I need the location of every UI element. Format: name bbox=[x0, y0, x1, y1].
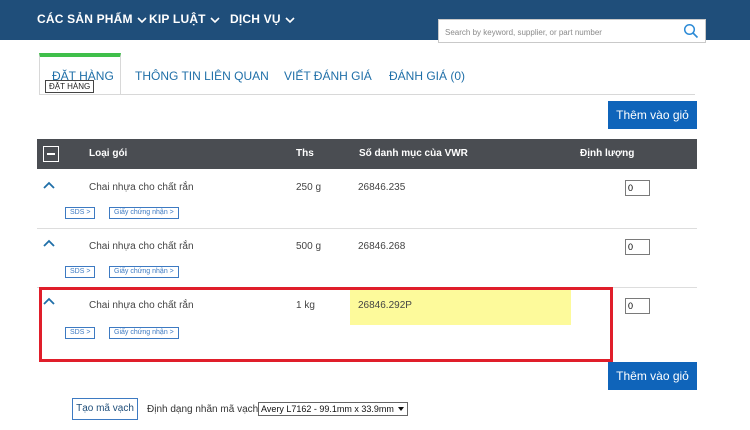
quantity-input[interactable] bbox=[625, 239, 650, 255]
nav-products-label: CÁC SẢN PHẨM bbox=[37, 12, 133, 26]
tab-divider bbox=[39, 94, 695, 95]
header-quantity: Định lượng bbox=[580, 148, 635, 159]
header-size: Ths bbox=[296, 148, 314, 159]
sds-label: SDS bbox=[70, 268, 85, 275]
sds-button[interactable]: SDS > bbox=[65, 207, 96, 219]
certificate-label: Giấy chứng nhận bbox=[114, 268, 168, 275]
chevron-down-icon bbox=[285, 17, 295, 23]
sds-label: SDS bbox=[70, 209, 85, 216]
tab-tooltip: ĐẶT HÀNG bbox=[45, 80, 95, 93]
nav-regulations[interactable]: KIP LUẬT bbox=[149, 12, 220, 26]
certificate-label: Giấy chứng nhận bbox=[114, 209, 168, 216]
tab-related-info[interactable]: THÔNG TIN LIÊN QUAN bbox=[135, 69, 269, 83]
barcode-format-value: Avery L7162 - 99.1mm x 33.9mm bbox=[261, 404, 394, 414]
tab-write-review[interactable]: VIẾT ĐÁNH GIÁ bbox=[284, 69, 372, 83]
table-header: Loại gói Ths Số danh mục của VWR Định lư… bbox=[37, 139, 697, 169]
collapse-all-icon[interactable] bbox=[43, 146, 59, 162]
certificate-button[interactable]: Giấy chứng nhận > bbox=[109, 207, 179, 219]
sds-button[interactable]: SDS > bbox=[65, 266, 96, 278]
row-size: 250 g bbox=[296, 182, 322, 193]
search-icon[interactable] bbox=[683, 23, 699, 39]
row-package-name: Chai nhựa cho chất rắn bbox=[89, 241, 194, 252]
header-package-type: Loại gói bbox=[89, 148, 128, 159]
row-catalog-number: 26846.268 bbox=[358, 241, 406, 252]
certificate-button[interactable]: Giấy chứng nhận > bbox=[109, 266, 179, 278]
row-divider bbox=[37, 228, 697, 229]
nav-services-label: DỊCH VỤ bbox=[230, 12, 281, 26]
quantity-input[interactable] bbox=[625, 298, 650, 314]
chevron-down-icon bbox=[137, 17, 147, 23]
dropdown-arrow-icon bbox=[398, 407, 404, 411]
nav-services[interactable]: DỊCH VỤ bbox=[230, 12, 295, 26]
search-box bbox=[438, 19, 706, 43]
add-to-cart-button-bottom[interactable]: Thêm vào giỏ bbox=[608, 362, 697, 390]
barcode-format-label: Định dạng nhãn mã vạch: bbox=[147, 404, 261, 415]
search-input[interactable] bbox=[443, 22, 677, 42]
row-size: 500 g bbox=[296, 241, 322, 252]
nav-products[interactable]: CÁC SẢN PHẨM bbox=[37, 12, 147, 26]
chevron-up-icon[interactable] bbox=[43, 239, 55, 247]
add-to-cart-button-top[interactable]: Thêm vào giỏ bbox=[608, 101, 697, 129]
chevron-up-icon[interactable] bbox=[43, 181, 55, 189]
nav-regulations-label: KIP LUẬT bbox=[149, 12, 206, 26]
header-catalog-number: Số danh mục của VWR bbox=[359, 148, 468, 159]
create-barcode-button[interactable]: Tạo mã vạch bbox=[72, 398, 138, 420]
chevron-down-icon bbox=[210, 17, 220, 23]
tab-reviews[interactable]: ĐÁNH GIÁ (0) bbox=[389, 69, 465, 83]
row-catalog-number: 26846.235 bbox=[358, 182, 406, 193]
annotation-highlight-box bbox=[39, 287, 613, 362]
quantity-input[interactable] bbox=[625, 180, 650, 196]
barcode-format-select[interactable]: Avery L7162 - 99.1mm x 33.9mm bbox=[258, 402, 408, 416]
row-package-name: Chai nhựa cho chất rắn bbox=[89, 182, 194, 193]
